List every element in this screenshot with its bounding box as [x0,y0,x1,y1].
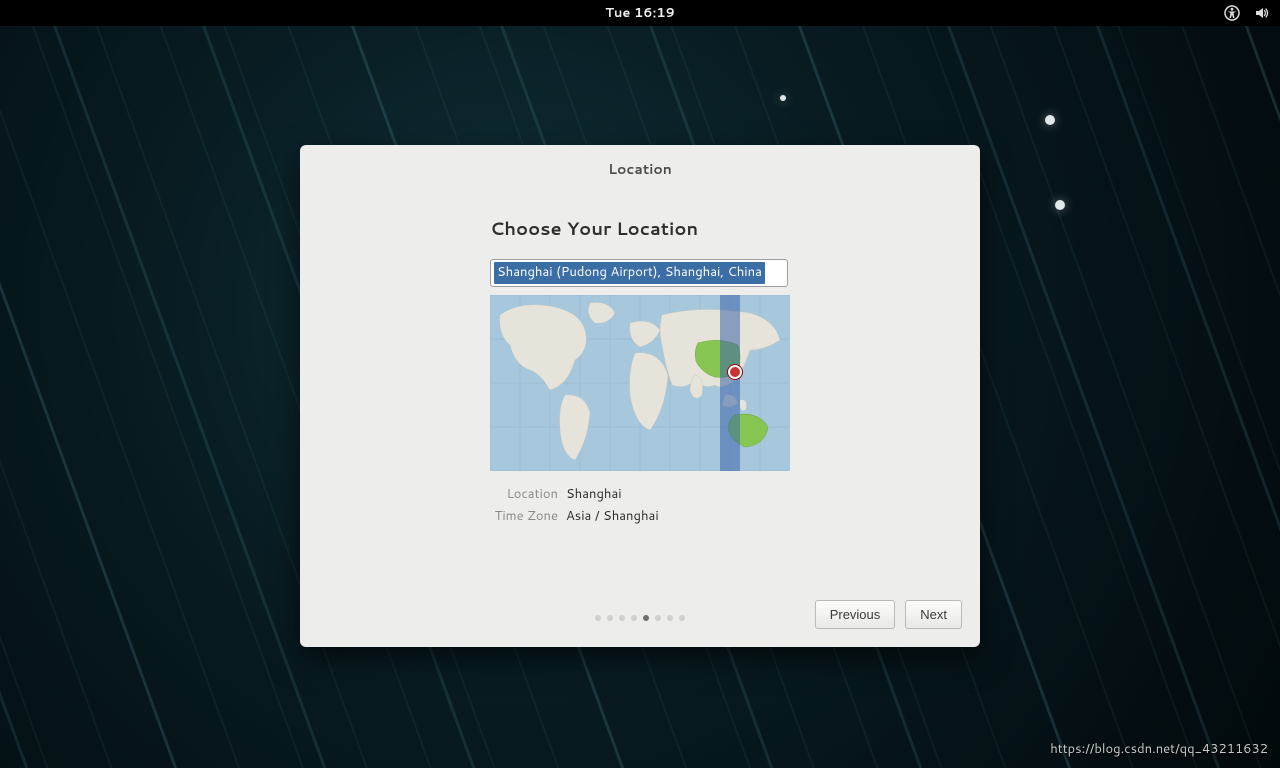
page-dot [679,615,685,621]
timezone-value: Asia / Shanghai [566,507,659,525]
top-bar: Tue 16:19 [0,0,1280,26]
page-dot [607,615,613,621]
background-dot [1045,115,1055,125]
accessibility-icon[interactable] [1224,5,1240,21]
location-label: Location [490,485,558,503]
location-value: Shanghai [566,485,622,503]
location-details: Location Shanghai Time Zone Asia / Shang… [490,485,790,525]
background-dot [780,95,786,101]
page-dot [643,615,649,621]
timezone-band [720,295,740,471]
dialog-content: Choose Your Location Shanghai (Pudong Ai… [490,215,790,529]
page-dot [667,615,673,621]
location-search-input[interactable] [490,259,788,287]
next-button[interactable]: Next [905,600,962,629]
page-dot [631,615,637,621]
previous-button[interactable]: Previous [815,600,896,629]
background-dot [1055,200,1065,210]
location-pin [728,365,742,379]
dialog-title: Location [300,159,980,179]
volume-icon[interactable] [1254,5,1270,21]
timezone-label: Time Zone [490,507,558,525]
page-heading: Choose Your Location [490,215,790,241]
dialog-buttons: Previous Next [815,600,962,629]
watermark: https://blog.csdn.net/qq_43211632 [1050,740,1268,758]
location-search-wrap: Shanghai (Pudong Airport), Shanghai, Chi… [490,259,788,287]
location-dialog: Location Choose Your Location Shanghai (… [300,145,980,647]
clock[interactable]: Tue 16:19 [605,4,675,22]
page-dot [595,615,601,621]
page-dot [619,615,625,621]
world-map[interactable] [490,295,790,471]
page-dot [655,615,661,621]
system-tray [1224,0,1270,26]
